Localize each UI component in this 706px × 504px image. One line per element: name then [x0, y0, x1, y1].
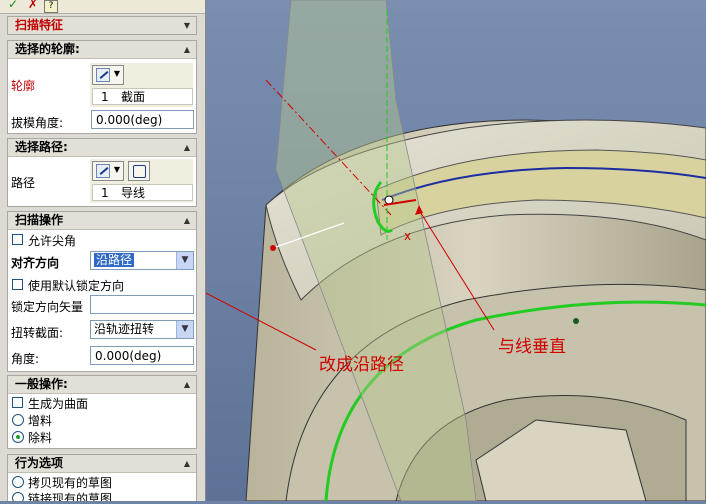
- add-material-radio[interactable]: [12, 414, 24, 426]
- link-sketch-label: 链接现有的草图: [28, 492, 113, 501]
- behavior-title: 行为选项: [15, 456, 64, 470]
- 3d-viewport[interactable]: 改成沿路径 与线垂直 x: [145, 0, 706, 502]
- chevron-down-icon: ▼: [113, 69, 120, 78]
- pencil-icon: [96, 68, 110, 82]
- path-label: 路径: [11, 176, 36, 190]
- sweep-ops-section: 扫描操作 ▲ 允许尖角 对齐方向 沿路径 ▼ 使用默认锁定方向 锁定方向矢量 扭转截…: [7, 211, 197, 372]
- use-default-lock-dir-label: 使用默认锁定方向: [28, 279, 125, 293]
- chevron-down-icon[interactable]: ▼: [176, 321, 193, 338]
- use-default-lock-dir-checkbox[interactable]: [12, 279, 23, 290]
- select-path-button[interactable]: ▼: [92, 161, 124, 181]
- sweep-ops-header[interactable]: 扫描操作 ▲: [8, 212, 196, 230]
- align-direction-select[interactable]: 沿路径 ▼: [90, 251, 194, 270]
- profile-label: 轮廓: [11, 79, 36, 93]
- collapse-icon[interactable]: ▲: [184, 376, 190, 393]
- lock-dir-vector-input[interactable]: [90, 295, 194, 314]
- link-sketch-radio[interactable]: [12, 492, 24, 501]
- general-ops-header[interactable]: 一般操作: ▲: [8, 376, 196, 394]
- path-section-title: 选择路径:: [15, 140, 68, 154]
- generate-surface-checkbox[interactable]: [12, 397, 23, 408]
- remove-material-label: 除料: [28, 431, 53, 445]
- sweep-ops-title: 扫描操作: [15, 213, 64, 227]
- path-list-item[interactable]: 1 导线: [92, 184, 193, 201]
- collapse-icon[interactable]: ▲: [184, 139, 190, 156]
- behavior-section: 行为选项 ▲ 拷贝现有的草图 链接现有的草图: [7, 454, 197, 501]
- draft-angle-input[interactable]: 0.000(deg): [91, 110, 194, 129]
- twist-section-label: 扭转截面:: [11, 326, 64, 340]
- ok-icon[interactable]: ✓: [8, 0, 18, 11]
- chevron-down-icon: ▼: [113, 165, 120, 174]
- chevron-down-icon[interactable]: ▼: [176, 252, 193, 269]
- profile-section: 选择的轮廓: ▲ 轮廓 ▼ 1 截面 拔模角度: 0.000(deg): [7, 40, 197, 134]
- path-options-button[interactable]: [128, 161, 150, 181]
- general-ops-title: 一般操作:: [15, 377, 68, 391]
- annotation-perpendicular: 与线垂直: [498, 337, 566, 357]
- twist-section-select[interactable]: 沿轨迹扭转 ▼: [90, 320, 194, 339]
- sweep-feature-title: 扫描特征: [15, 18, 64, 32]
- draft-angle-label: 拔模角度:: [11, 116, 64, 130]
- sweep-feature-panel: ✓ ✗ ? 扫描特征 ▼ 选择的轮廓: ▲ 轮廓 ▼ 1 截面 拔模角度: 0.00…: [0, 0, 206, 501]
- pencil-icon: [96, 164, 110, 178]
- copy-sketch-radio[interactable]: [12, 476, 24, 488]
- add-material-label: 增料: [28, 414, 53, 428]
- align-direction-label: 对齐方向: [11, 256, 60, 270]
- allow-sharp-corner-checkbox[interactable]: [12, 234, 23, 245]
- profile-section-header[interactable]: 选择的轮廓: ▲: [8, 41, 196, 59]
- collapse-icon[interactable]: ▲: [184, 455, 190, 472]
- behavior-header[interactable]: 行为选项 ▲: [8, 455, 196, 473]
- profile-section-title: 选择的轮廓:: [15, 42, 80, 56]
- angle-label: 角度:: [11, 352, 40, 366]
- 3d-model-render: [145, 0, 706, 502]
- sweep-feature-header[interactable]: 扫描特征 ▼: [7, 16, 197, 35]
- remove-material-radio[interactable]: [12, 431, 24, 443]
- copy-sketch-label: 拷贝现有的草图: [28, 476, 113, 490]
- allow-sharp-corner-label: 允许尖角: [28, 234, 77, 248]
- lock-dir-vector-label: 锁定方向矢量: [11, 300, 84, 314]
- angle-input[interactable]: 0.000(deg): [90, 346, 194, 365]
- collapse-icon[interactable]: ▲: [184, 212, 190, 229]
- select-profile-button[interactable]: ▼: [92, 65, 124, 85]
- cancel-icon[interactable]: ✗: [28, 0, 38, 11]
- general-ops-section: 一般操作: ▲ 生成为曲面 增料 除料: [7, 375, 197, 449]
- generate-surface-label: 生成为曲面: [28, 397, 89, 411]
- panel-toolbar: ✓ ✗ ?: [0, 0, 205, 14]
- annotation-change-to-path: 改成沿路径: [319, 355, 404, 375]
- profile-list-item[interactable]: 1 截面: [92, 88, 193, 105]
- axis-label-x: x: [404, 229, 412, 243]
- help-icon[interactable]: ?: [44, 0, 58, 13]
- collapse-icon[interactable]: ▲: [184, 41, 190, 58]
- path-section: 选择路径: ▲ 路径 ▼ 1 导线: [7, 138, 197, 207]
- collapse-icon[interactable]: ▼: [184, 17, 190, 34]
- path-section-header[interactable]: 选择路径: ▲: [8, 139, 196, 157]
